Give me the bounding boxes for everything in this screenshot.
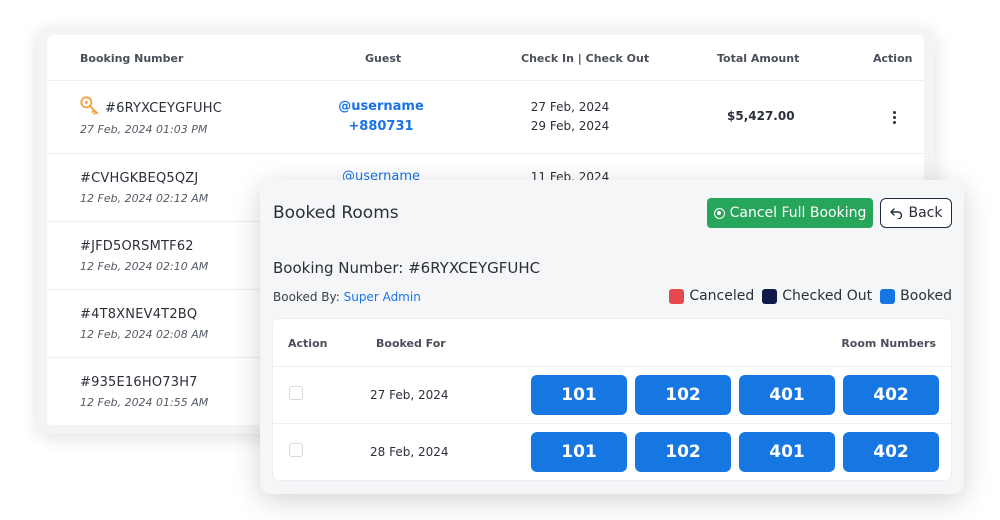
room-button[interactable]: 402 (843, 432, 939, 472)
key-icon (80, 96, 99, 115)
booked-by: Booked By: Super Admin (273, 290, 421, 304)
col-check-in-out: Check In | Check Out (521, 52, 650, 65)
table-row: 27 Feb, 2024 101 102 401 402 (273, 367, 951, 424)
checked-out-swatch (762, 288, 778, 304)
check-in-date: 27 Feb, 2024 (530, 100, 610, 114)
col-action: Action (288, 337, 328, 350)
total-amount: $5,427.00 (727, 109, 795, 123)
table-row[interactable]: #6RYXCEYGFUHC 27 Feb, 2024 01:03 PM @use… (47, 81, 924, 154)
status-legend: Canceled Checked Out Booked (669, 288, 952, 304)
booking-number: #4T8XNEV4T2BQ (80, 307, 198, 322)
booking-number: #JFD5ORSMTF62 (80, 239, 194, 254)
room-button[interactable]: 401 (739, 375, 835, 415)
back-button[interactable]: Back (880, 198, 952, 228)
modal-title: Booked Rooms (273, 203, 399, 223)
check-out-date: 29 Feb, 2024 (530, 119, 610, 133)
col-guest: Guest (365, 52, 402, 65)
booking-date: 27 Feb, 2024 01:03 PM (80, 123, 208, 136)
row-checkbox[interactable] (289, 386, 303, 400)
booking-date: 12 Feb, 2024 02:10 AM (80, 260, 209, 273)
legend-checked-out: Checked Out (762, 288, 872, 304)
back-arrow-icon (889, 207, 902, 219)
rooms-table-header: Action Booked For Room Numbers (273, 319, 951, 367)
legend-label: Checked Out (782, 288, 873, 304)
room-button[interactable]: 102 (635, 432, 731, 472)
booking-date: 12 Feb, 2024 02:08 AM (80, 328, 209, 341)
room-button[interactable]: 401 (739, 432, 835, 472)
room-list: 101 102 401 402 (531, 432, 939, 472)
back-button-label: Back (908, 205, 943, 221)
cancel-full-booking-button[interactable]: Cancel Full Booking (707, 198, 873, 228)
guest-phone[interactable]: +880731 (321, 119, 441, 134)
booking-number: #CVHGKBEQ5QZJ (80, 171, 199, 186)
legend-label: Canceled (689, 288, 755, 304)
booked-for-date: 28 Feb, 2024 (370, 445, 449, 459)
room-list: 101 102 401 402 (531, 375, 939, 415)
booked-rooms-modal: Booked Rooms Cancel Full Booking Back Bo… (260, 180, 964, 494)
col-action: Action (873, 52, 913, 65)
stop-circle-icon (713, 207, 725, 219)
booking-number: #6RYXCEYGFUHC (105, 101, 223, 116)
canceled-swatch (669, 288, 685, 304)
room-button[interactable]: 101 (531, 432, 627, 472)
cancel-button-label: Cancel Full Booking (729, 205, 867, 221)
booked-for-date: 27 Feb, 2024 (370, 388, 449, 402)
row-checkbox[interactable] (289, 443, 303, 457)
booked-by-label: Booked By: (273, 290, 340, 304)
more-actions-icon[interactable] (884, 107, 904, 127)
legend-label: Booked (900, 288, 952, 304)
modal-booking-number: Booking Number: #6RYXCEYGFUHC (273, 259, 541, 277)
booked-by-name[interactable]: Super Admin (344, 290, 421, 304)
col-booked-for: Booked For (376, 337, 446, 350)
legend-booked: Booked (880, 288, 952, 304)
room-button[interactable]: 102 (635, 375, 731, 415)
booking-date: 12 Feb, 2024 02:12 AM (80, 192, 209, 205)
room-button[interactable]: 101 (531, 375, 627, 415)
legend-canceled: Canceled (669, 288, 754, 304)
col-total-amount: Total Amount (717, 52, 800, 65)
room-button[interactable]: 402 (843, 375, 939, 415)
booked-swatch (880, 288, 896, 304)
booked-rooms-table: Action Booked For Room Numbers 27 Feb, 2… (272, 318, 952, 481)
bookings-table-header: Booking Number Guest Check In | Check Ou… (47, 35, 924, 81)
booking-number: #935E16HO73H7 (80, 375, 198, 390)
col-room-numbers: Room Numbers (841, 337, 936, 350)
col-booking-number: Booking Number (80, 52, 184, 65)
table-row: 28 Feb, 2024 101 102 401 402 (273, 424, 951, 481)
booking-date: 12 Feb, 2024 01:55 AM (80, 396, 209, 409)
guest-username[interactable]: @username (321, 99, 441, 114)
